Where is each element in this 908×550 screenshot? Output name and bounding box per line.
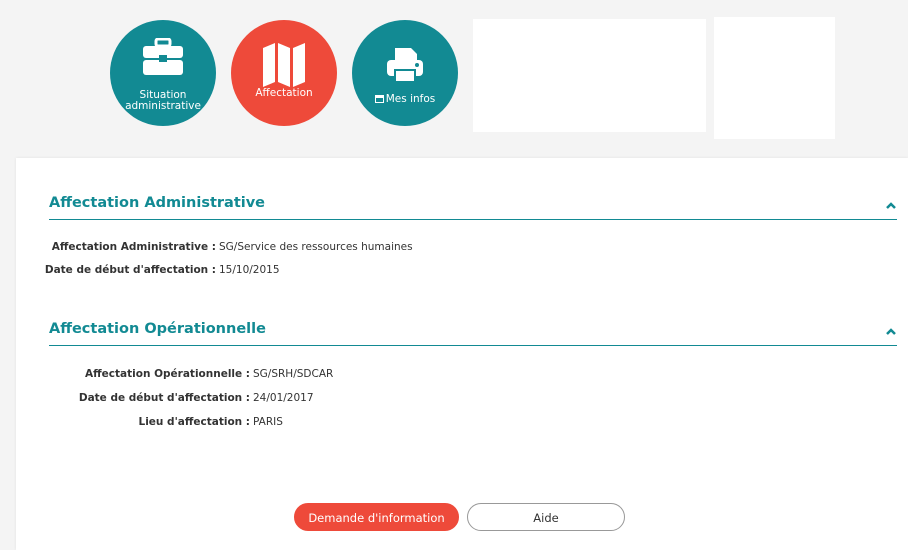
section-header-affectation-operationnelle[interactable]: Affectation Opérationnelle xyxy=(49,319,897,346)
row-label: Affectation Opérationnelle : xyxy=(85,368,250,380)
nav-mes-infos-button[interactable]: Mes infos xyxy=(352,20,458,126)
section-title: Affectation Administrative xyxy=(49,195,266,211)
map-icon xyxy=(263,43,305,87)
row-value: 15/10/2015 xyxy=(219,264,280,276)
nav-mes-infos-label: Mes infos xyxy=(385,93,436,105)
row-label: Date de début d'affectation : xyxy=(44,264,216,276)
blank-placeholder-box xyxy=(473,19,706,132)
nav-affectation-button[interactable]: Affectation xyxy=(231,20,337,126)
row-value: 24/01/2017 xyxy=(253,392,314,404)
section-header-affectation-administrative[interactable]: Affectation Administrative xyxy=(49,193,897,220)
info-row: Affectation Opérationnelle : SG/SRH/SDCA… xyxy=(16,368,616,382)
top-navigation: Situation administrative Affectation Mes… xyxy=(0,0,908,152)
chevron-up-icon[interactable] xyxy=(885,327,897,335)
demande-information-button[interactable]: Demande d'information xyxy=(294,503,459,531)
row-value: SG/SRH/SDCAR xyxy=(253,368,334,380)
briefcase-icon xyxy=(143,38,183,75)
printer-icon xyxy=(387,48,423,83)
row-label: Affectation Administrative : xyxy=(51,241,216,253)
nav-situation-label-line2: administrative xyxy=(125,100,201,112)
blank-placeholder-box-2 xyxy=(714,17,835,139)
info-row: Affectation Administrative : SG/Service … xyxy=(16,241,616,255)
nav-situation-administrative-button[interactable]: Situation administrative xyxy=(110,20,216,126)
row-value: PARIS xyxy=(253,416,283,428)
chevron-up-icon[interactable] xyxy=(885,201,897,209)
info-row: Lieu d'affectation : PARIS xyxy=(16,416,616,430)
row-label: Date de début d'affectation : xyxy=(78,392,250,404)
info-row: Date de début d'affectation : 24/01/2017 xyxy=(16,392,616,406)
calendar-icon xyxy=(374,95,384,103)
aide-button[interactable]: Aide xyxy=(467,503,625,531)
section-title: Affectation Opérationnelle xyxy=(49,321,266,337)
row-label: Lieu d'affectation : xyxy=(138,416,250,428)
row-value: SG/Service des ressources humaines xyxy=(219,241,413,253)
nav-affectation-label: Affectation xyxy=(255,87,313,99)
affectation-panel: Affectation Administrative Affectation A… xyxy=(16,158,908,550)
info-row: Date de début d'affectation : 15/10/2015 xyxy=(16,264,616,278)
